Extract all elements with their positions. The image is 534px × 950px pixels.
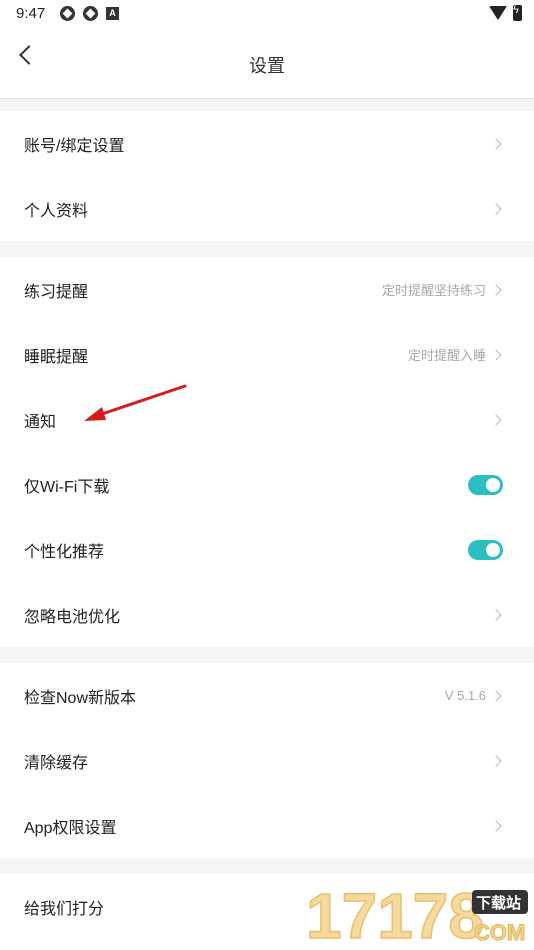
wifi-only-toggle[interactable]	[468, 474, 503, 495]
settings-row-account-binding[interactable]: 账号/绑定设置	[0, 111, 534, 176]
watermark-logo: 17178 下载站 COM	[305, 879, 528, 948]
row-value: 定时提醒坚持练习	[381, 283, 486, 298]
settings-row-clear-cache[interactable]: 清除缓存	[0, 728, 534, 793]
personalized-recommendation-toggle[interactable]	[468, 539, 503, 560]
status-bar: 9:47 A	[0, 0, 534, 28]
app-header: 设置	[0, 28, 534, 99]
chevron-right-icon	[490, 819, 502, 832]
section-gap	[0, 647, 534, 663]
row-label: 练习提醒	[24, 283, 89, 301]
settings-row-personalized-recommendation: 个性化推荐	[0, 517, 534, 582]
row-label: 睡眠提醒	[24, 348, 89, 366]
a-notification-icon: A	[106, 7, 119, 20]
status-time: 9:47	[16, 5, 46, 22]
watermark-badge: 下载站	[476, 894, 521, 912]
annotation-arrow	[84, 384, 187, 421]
toggle-knob	[486, 542, 500, 557]
settings-row-sleep-reminder[interactable]: 睡眠提醒 定时提醒入睡	[0, 322, 534, 387]
row-label: 个人资料	[24, 202, 89, 220]
chevron-right-icon	[490, 348, 502, 361]
chevron-right-icon	[490, 137, 502, 150]
settings-row-check-version[interactable]: 检查Now新版本 V 5.1.6	[0, 663, 534, 728]
row-label: 忽略电池优化	[24, 608, 121, 626]
section-gap	[0, 858, 534, 874]
chevron-right-icon	[490, 283, 502, 296]
row-label: 清除缓存	[24, 754, 89, 772]
row-value: 定时提醒入睡	[407, 348, 486, 363]
app-notification-icon	[83, 6, 98, 21]
settings-group-app: 检查Now新版本 V 5.1.6 清除缓存 App权限设置	[0, 663, 534, 858]
settings-row-wifi-only-download: 仅Wi-Fi下载	[0, 452, 534, 517]
row-label: 给我们打分	[24, 900, 105, 918]
settings-row-app-permissions[interactable]: App权限设置	[0, 793, 534, 858]
settings-group-account: 账号/绑定设置 个人资料	[0, 111, 534, 241]
row-value: V 5.1.6	[444, 688, 486, 703]
row-label: App权限设置	[24, 819, 117, 837]
chevron-right-icon	[490, 413, 502, 426]
page-title: 设置	[249, 56, 285, 76]
section-gap	[0, 99, 534, 111]
status-system-icons	[489, 4, 522, 21]
row-label: 仅Wi-Fi下载	[24, 478, 110, 496]
app-notification-icon	[60, 6, 75, 21]
chevron-right-icon	[490, 754, 502, 767]
watermark-number: 17178	[306, 880, 484, 948]
watermark-domain: COM	[474, 920, 525, 945]
toggle-knob	[486, 477, 500, 492]
chevron-right-icon	[490, 202, 502, 215]
row-label: 账号/绑定设置	[24, 137, 125, 155]
settings-row-ignore-battery-optimization[interactable]: 忽略电池优化	[0, 582, 534, 647]
chevron-right-icon	[490, 689, 502, 702]
row-label: 个性化推荐	[24, 543, 105, 561]
battery-charging-icon	[513, 4, 522, 21]
settings-group-preferences: 练习提醒 定时提醒坚持练习 睡眠提醒 定时提醒入睡 通知 仅Wi-Fi下载 个性…	[0, 257, 534, 647]
row-label: 通知	[24, 413, 57, 431]
settings-row-profile[interactable]: 个人资料	[0, 176, 534, 241]
row-label: 检查Now新版本	[24, 689, 137, 707]
settings-row-practice-reminder[interactable]: 练习提醒 定时提醒坚持练习	[0, 257, 534, 322]
wifi-icon	[489, 6, 507, 20]
section-gap	[0, 241, 534, 257]
chevron-right-icon	[490, 608, 502, 621]
status-notification-icons: A	[60, 6, 119, 21]
